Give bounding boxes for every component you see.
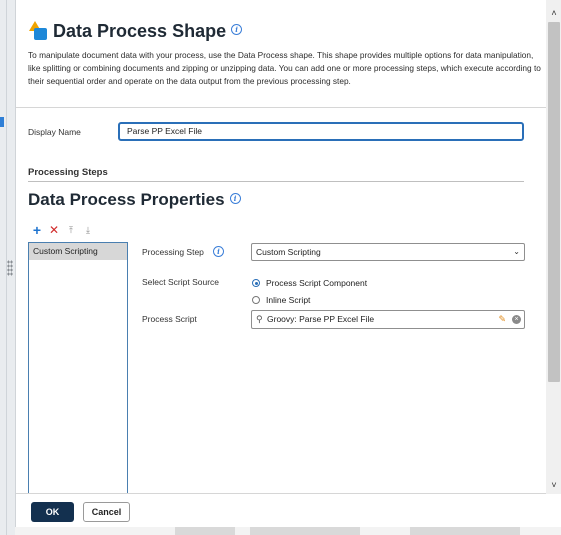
dialog-title-row: Data Process Shape i bbox=[28, 20, 243, 42]
clear-icon[interactable]: × bbox=[512, 315, 521, 324]
properties-title-row: Data Process Properties i bbox=[28, 190, 241, 210]
radio-process-script-component[interactable]: Process Script Component bbox=[252, 278, 367, 288]
footer-divider bbox=[16, 493, 546, 494]
scroll-down-icon[interactable]: ˅ bbox=[546, 478, 561, 492]
dialog-description: To manipulate document data with your pr… bbox=[28, 50, 541, 86]
scrollbar-thumb[interactable] bbox=[548, 22, 560, 382]
info-icon[interactable]: i bbox=[229, 192, 241, 204]
cancel-button[interactable]: Cancel bbox=[83, 502, 130, 522]
steps-toolbar: + ✕ ⤒ ⤓ bbox=[32, 223, 93, 237]
processing-step-label: Processing Step bbox=[142, 247, 204, 257]
chevron-down-icon: ⌄ bbox=[513, 247, 520, 256]
radio-selected-icon[interactable] bbox=[252, 279, 260, 287]
data-process-shape-dialog: Data Process Shape i To manipulate docum… bbox=[15, 0, 561, 527]
list-item[interactable]: Custom Scripting bbox=[29, 243, 127, 260]
background-app-edge bbox=[0, 0, 15, 535]
move-up-icon[interactable]: ⤒ bbox=[66, 225, 76, 236]
info-icon[interactable]: i bbox=[213, 246, 224, 257]
processing-steps-list[interactable]: Custom Scripting bbox=[28, 242, 128, 494]
properties-title: Data Process Properties bbox=[28, 190, 225, 209]
radio-unselected-icon[interactable] bbox=[252, 296, 260, 304]
move-down-icon[interactable]: ⤓ bbox=[83, 225, 93, 236]
process-script-field[interactable]: ⚲ Groovy: Parse PP Excel File ✎ × bbox=[251, 310, 525, 329]
dialog-title: Data Process Shape bbox=[53, 20, 227, 41]
info-icon[interactable]: i bbox=[231, 23, 243, 35]
edit-pencil-icon[interactable]: ✎ bbox=[498, 311, 506, 328]
script-source-label: Select Script Source bbox=[142, 277, 220, 287]
process-script-label: Process Script bbox=[142, 314, 197, 324]
section-divider bbox=[28, 181, 524, 182]
vertical-scrollbar[interactable]: ˄ ˅ bbox=[546, 0, 561, 494]
processing-steps-heading: Processing Steps bbox=[28, 167, 108, 178]
radio-label: Inline Script bbox=[266, 295, 311, 305]
processing-step-value: Custom Scripting bbox=[256, 247, 321, 257]
process-script-value: Groovy: Parse PP Excel File bbox=[267, 314, 375, 324]
ok-button[interactable]: OK bbox=[31, 502, 74, 522]
add-step-icon[interactable]: + bbox=[32, 223, 42, 237]
radio-label: Process Script Component bbox=[266, 278, 368, 288]
delete-step-icon[interactable]: ✕ bbox=[49, 224, 59, 236]
scroll-up-icon[interactable]: ˄ bbox=[546, 6, 561, 20]
display-name-input[interactable]: Parse PP Excel File bbox=[118, 122, 524, 141]
radio-inline-script[interactable]: Inline Script bbox=[252, 295, 310, 305]
search-icon[interactable]: ⚲ bbox=[256, 311, 263, 328]
display-name-label: Display Name bbox=[28, 127, 81, 137]
resize-grip-icon[interactable] bbox=[7, 260, 13, 276]
dialog-header: Data Process Shape i To manipulate docum… bbox=[16, 0, 546, 108]
background-selection-marker bbox=[0, 117, 4, 127]
data-process-shape-icon bbox=[28, 20, 50, 42]
background-status-bar bbox=[15, 527, 561, 535]
processing-step-select[interactable]: Custom Scripting ⌄ bbox=[251, 243, 525, 261]
